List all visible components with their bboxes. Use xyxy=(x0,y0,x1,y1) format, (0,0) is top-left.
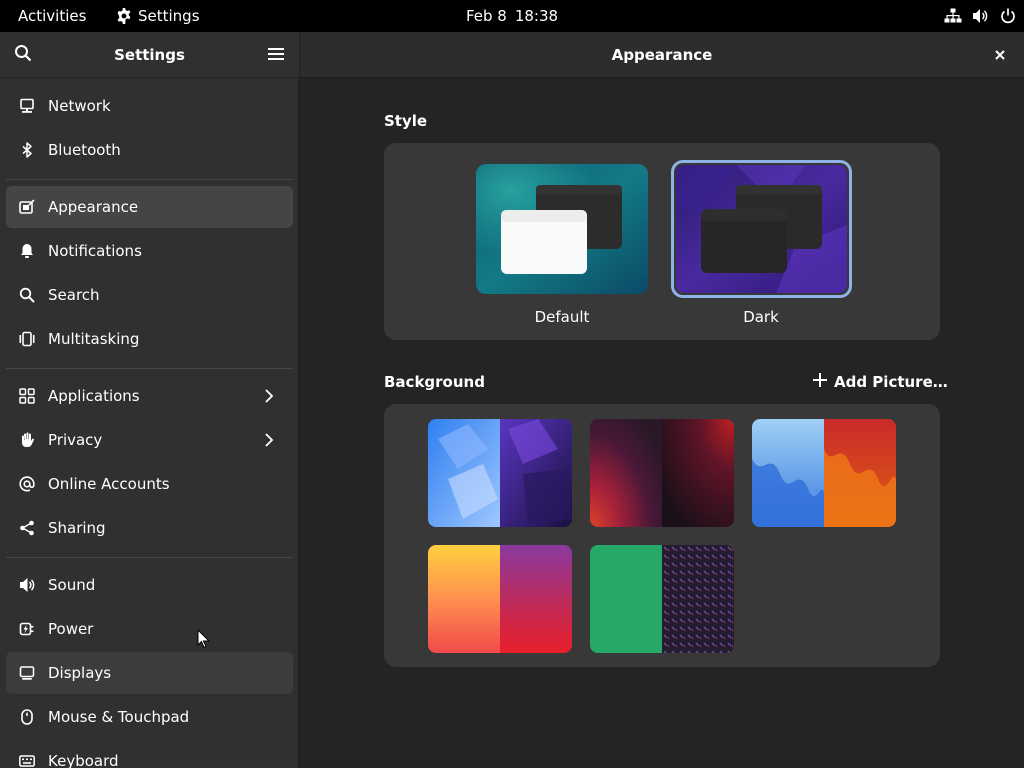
clock-time: 18:38 xyxy=(514,7,559,25)
sidebar-item-applications[interactable]: Applications xyxy=(6,375,293,417)
volume-icon xyxy=(972,8,990,24)
sidebar-item-privacy[interactable]: Privacy xyxy=(6,419,293,461)
sidebar-item-label: Bluetooth xyxy=(48,141,121,159)
sidebar-item-label: Power xyxy=(48,620,94,638)
sidebar-divider xyxy=(6,368,293,369)
sidebar-item-network[interactable]: Network xyxy=(6,85,293,127)
background-thumbnail[interactable] xyxy=(590,419,734,527)
app-name: Settings xyxy=(138,7,200,25)
background-thumbnail[interactable] xyxy=(428,419,572,527)
top-bar: Activities Settings Feb 8 18:38 xyxy=(0,0,1024,32)
style-option-dark-label: Dark xyxy=(743,308,779,326)
sidebar-header: Settings xyxy=(0,32,299,78)
sidebar-item-label: Displays xyxy=(48,664,112,682)
at-icon xyxy=(18,475,36,493)
background-preview-image xyxy=(590,419,734,527)
style-option-default-label: Default xyxy=(534,308,590,326)
chevron-right-icon xyxy=(261,388,277,404)
sidebar-item-notifications[interactable]: Notifications xyxy=(6,230,293,272)
settings-window: Settings Network Bluetooth Appearance No… xyxy=(0,32,1024,768)
sidebar-item-label: Multitasking xyxy=(48,330,140,348)
main-menu-button[interactable] xyxy=(261,40,291,70)
bell-icon xyxy=(18,242,36,260)
sidebar-item-label: Privacy xyxy=(48,431,103,449)
activities-button[interactable]: Activities xyxy=(8,0,96,32)
appearance-icon xyxy=(18,198,36,216)
content-header: Appearance xyxy=(300,32,1024,78)
sidebar-item-mouse-touchpad[interactable]: Mouse & Touchpad xyxy=(6,696,293,738)
sidebar-item-online-accounts[interactable]: Online Accounts xyxy=(6,463,293,505)
apps-grid-icon xyxy=(18,387,36,405)
sidebar-item-label: Search xyxy=(48,286,100,304)
sidebar-item-label: Applications xyxy=(48,387,140,405)
background-section-title: Background xyxy=(384,373,485,391)
sidebar-item-bluetooth[interactable]: Bluetooth xyxy=(6,129,293,171)
style-option-dark[interactable] xyxy=(671,160,852,298)
keyboard-icon xyxy=(18,752,36,768)
sidebar-item-keyboard[interactable]: Keyboard xyxy=(6,740,293,768)
sidebar-divider xyxy=(6,557,293,558)
hand-icon xyxy=(18,431,36,449)
chevron-right-icon xyxy=(261,432,277,448)
display-icon xyxy=(18,664,36,682)
sidebar-item-label: Notifications xyxy=(48,242,142,260)
sidebar-item-label: Network xyxy=(48,97,111,115)
power-icon xyxy=(1000,8,1016,24)
background-thumbnail[interactable] xyxy=(590,545,734,653)
background-preview-image xyxy=(590,545,734,653)
sidebar-item-label: Appearance xyxy=(48,198,139,216)
default-style-preview xyxy=(476,164,648,294)
add-picture-label: Add Picture… xyxy=(834,373,948,391)
style-option-default[interactable] xyxy=(476,164,648,294)
sidebar-item-sound[interactable]: Sound xyxy=(6,564,293,606)
clock[interactable]: Feb 8 18:38 xyxy=(460,0,564,32)
sidebar-item-search[interactable]: Search xyxy=(6,274,293,316)
sidebar-title: Settings xyxy=(114,46,185,64)
sidebar-item-label: Online Accounts xyxy=(48,475,170,493)
sidebar-item-displays[interactable]: Displays xyxy=(6,652,293,694)
search-icon xyxy=(18,286,36,304)
power-plug-icon xyxy=(18,620,36,638)
network-wired-icon xyxy=(944,8,962,24)
app-menu-button[interactable]: Settings xyxy=(106,0,210,32)
background-preview-image xyxy=(428,545,572,653)
background-card xyxy=(384,404,940,667)
activities-label: Activities xyxy=(18,7,87,25)
background-preview-image xyxy=(752,419,896,527)
multitasking-icon xyxy=(18,330,36,348)
close-button[interactable] xyxy=(986,41,1014,69)
mouse-pointer xyxy=(197,628,211,653)
sidebar-item-sharing[interactable]: Sharing xyxy=(6,507,293,549)
gear-icon xyxy=(116,8,132,24)
sidebar-item-label: Sound xyxy=(48,576,96,594)
mouse-icon xyxy=(18,708,36,726)
sidebar-divider xyxy=(6,179,293,180)
speaker-icon xyxy=(18,576,36,594)
background-thumbnail[interactable] xyxy=(752,419,896,527)
dark-style-preview xyxy=(676,165,847,293)
sidebar-item-multitasking[interactable]: Multitasking xyxy=(6,318,293,360)
share-icon xyxy=(18,519,36,537)
sidebar-item-appearance[interactable]: Appearance xyxy=(6,186,293,228)
clock-date: Feb 8 xyxy=(465,7,507,25)
style-section-title: Style xyxy=(384,112,428,130)
close-icon xyxy=(994,46,1006,65)
sidebar-item-label: Sharing xyxy=(48,519,106,537)
network-icon xyxy=(18,97,36,115)
style-card: Default Dark xyxy=(384,143,940,340)
bluetooth-icon xyxy=(18,141,36,159)
sidebar-item-label: Keyboard xyxy=(48,752,119,768)
background-thumbnail[interactable] xyxy=(428,545,572,653)
add-picture-button[interactable]: Add Picture… xyxy=(812,368,948,396)
hamburger-icon xyxy=(268,46,284,65)
sidebar: Settings Network Bluetooth Appearance No… xyxy=(0,32,299,768)
system-tray[interactable] xyxy=(944,0,1016,32)
background-preview-image xyxy=(428,419,572,527)
sidebar-item-power[interactable]: Power xyxy=(6,608,293,650)
page-title: Appearance xyxy=(611,46,713,64)
plus-icon xyxy=(812,372,828,392)
sidebar-item-label: Mouse & Touchpad xyxy=(48,708,190,726)
